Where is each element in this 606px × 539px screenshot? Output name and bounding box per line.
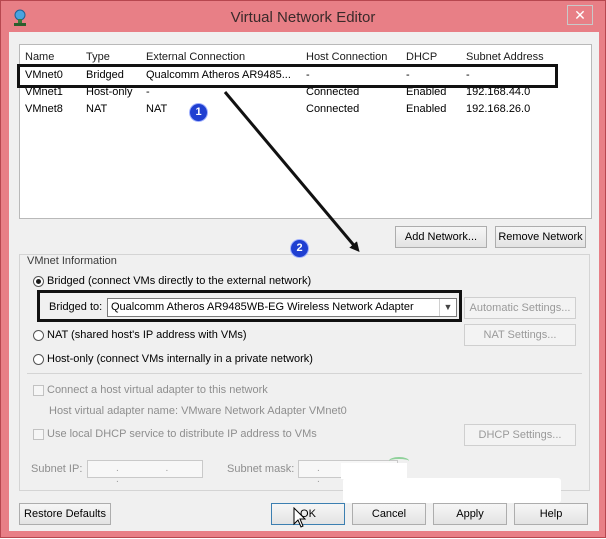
mouse-cursor-icon [293, 507, 307, 528]
annotation-arrow [223, 91, 360, 253]
annotation-badge-2: 2 [291, 240, 308, 257]
virtual-network-editor-window: Virtual Network Editor ✕ Name Type Exter… [0, 0, 606, 538]
arrow-line [223, 91, 360, 253]
annotation-badge-1: 1 [190, 104, 207, 121]
